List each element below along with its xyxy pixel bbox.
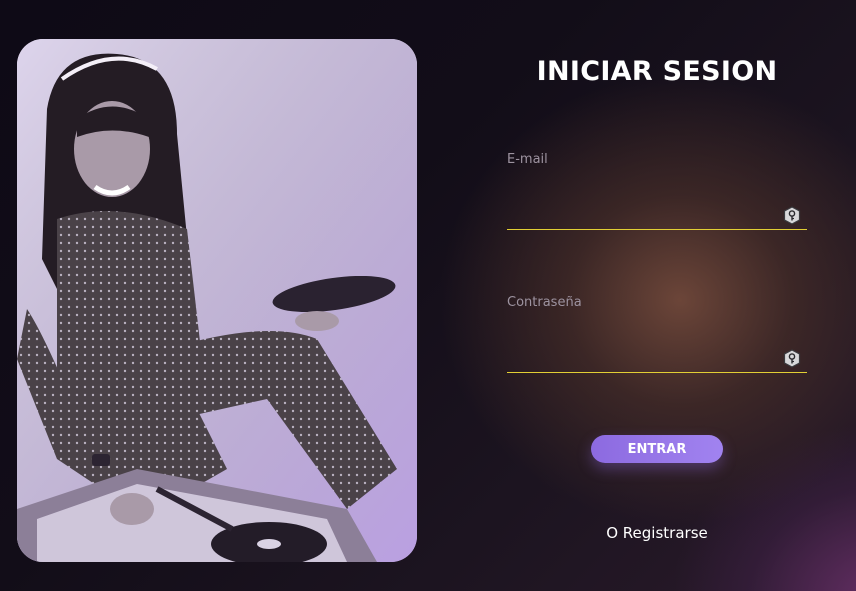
page-title: INICIAR SESION [536, 56, 778, 87]
hero-photo [17, 39, 417, 562]
email-input-row [507, 189, 807, 230]
email-input[interactable] [507, 189, 777, 227]
password-field-group: Contraseña [507, 295, 807, 373]
login-button[interactable]: ENTRAR [591, 435, 723, 463]
key-icon[interactable] [783, 349, 801, 368]
email-label: E-mail [507, 152, 548, 167]
password-label: Contraseña [507, 295, 582, 310]
key-icon[interactable] [783, 206, 801, 225]
password-input-row [507, 332, 807, 373]
register-link[interactable]: O Registrarse [507, 524, 807, 542]
password-input[interactable] [507, 332, 777, 370]
email-field-group: E-mail [507, 152, 807, 230]
hero-photo-illustration [17, 39, 417, 562]
